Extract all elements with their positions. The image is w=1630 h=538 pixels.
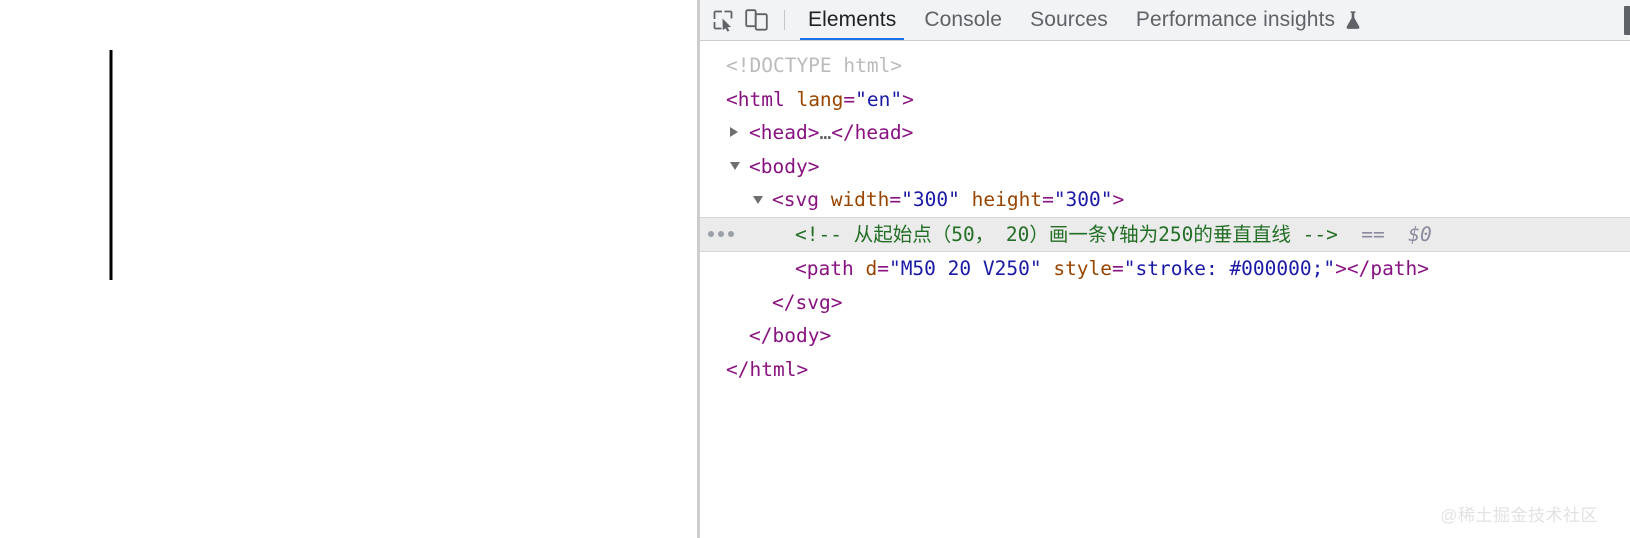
code-token: </head>: [831, 121, 913, 144]
code-token: <!-- 从起始点（50， 20）画一条Y轴为250的垂直直线 -->: [795, 223, 1338, 246]
chevron-right-icon[interactable]: [730, 127, 738, 137]
code-token: lang: [796, 88, 843, 111]
chevron-down-icon[interactable]: [730, 162, 740, 170]
code-token: <html: [726, 88, 796, 111]
chevron-down-icon[interactable]: [753, 196, 763, 204]
code-token: =: [1042, 188, 1054, 211]
tab-elements-label: Elements: [808, 8, 896, 32]
rendered-svg: [61, 30, 361, 330]
dom-tree[interactable]: <!DOCTYPE html><html lang="en"><head>…</…: [700, 41, 1630, 538]
device-toolbar-icon[interactable]: [740, 4, 774, 36]
code-token: >: [902, 88, 914, 111]
flask-icon: [1344, 10, 1362, 30]
dom-row[interactable]: </svg>: [700, 286, 1630, 320]
tab-sources-label: Sources: [1030, 8, 1108, 32]
dom-row[interactable]: <head>…</head>: [700, 116, 1630, 150]
dom-row[interactable]: <!DOCTYPE html>: [700, 49, 1630, 83]
code-token: width: [831, 188, 890, 211]
code-token: <path: [795, 257, 865, 280]
code-token: "300": [1054, 188, 1113, 211]
code-token: </body>: [749, 324, 831, 347]
page-viewport: [0, 0, 697, 538]
code-token: =: [1112, 257, 1124, 280]
code-token: == $0: [1338, 223, 1432, 246]
dom-row[interactable]: <body>: [700, 150, 1630, 184]
dom-row[interactable]: <svg width="300" height="300">: [700, 183, 1630, 217]
code-token: <!DOCTYPE html>: [726, 54, 902, 77]
code-token: =: [877, 257, 889, 280]
code-token: =: [843, 88, 855, 111]
code-token: "M50 20 V250": [889, 257, 1042, 280]
code-token: <body>: [749, 155, 819, 178]
code-token: >: [1113, 188, 1125, 211]
code-token: …: [819, 121, 831, 144]
tab-elements[interactable]: Elements: [794, 0, 910, 41]
devtools-window: Elements Console Sources Performance ins…: [0, 0, 1630, 538]
code-token: "stroke: #000000;": [1124, 257, 1335, 280]
code-token: <head>: [749, 121, 819, 144]
watermark: @稀土掘金技术社区: [1440, 501, 1598, 526]
code-token: <svg: [772, 188, 831, 211]
code-token: d: [865, 257, 877, 280]
dom-row[interactable]: <html lang="en">: [700, 83, 1630, 117]
code-token: =: [889, 188, 901, 211]
code-token: "en": [855, 88, 902, 111]
tab-sources[interactable]: Sources: [1016, 0, 1122, 41]
dom-row-selected[interactable]: <!-- 从起始点（50， 20）画一条Y轴为250的垂直直线 --> == $…: [700, 217, 1630, 253]
more-panels-edge[interactable]: [1624, 6, 1630, 35]
code-token: [960, 188, 972, 211]
inspect-element-icon[interactable]: [706, 4, 740, 36]
code-token: height: [972, 188, 1042, 211]
tab-console-label: Console: [924, 8, 1002, 32]
code-token: "300": [901, 188, 960, 211]
dom-row[interactable]: <path d="M50 20 V250" style="stroke: #00…: [700, 252, 1630, 286]
code-token: [1042, 257, 1054, 280]
toolbar-divider: [784, 10, 785, 30]
code-token: </svg>: [772, 291, 842, 314]
dom-row[interactable]: </body>: [700, 319, 1630, 353]
dom-row[interactable]: </html>: [700, 353, 1630, 387]
devtools-toolbar: Elements Console Sources Performance ins…: [700, 0, 1630, 41]
code-token: </html>: [726, 358, 808, 381]
devtools-panel: Elements Console Sources Performance ins…: [697, 0, 1630, 538]
code-token: ></path>: [1335, 257, 1429, 280]
code-token: style: [1053, 257, 1112, 280]
tab-performance-insights[interactable]: Performance insights: [1122, 0, 1376, 41]
tab-console[interactable]: Console: [910, 0, 1016, 41]
more-dots-badge[interactable]: [708, 231, 734, 237]
tab-performance-insights-label: Performance insights: [1136, 8, 1335, 32]
